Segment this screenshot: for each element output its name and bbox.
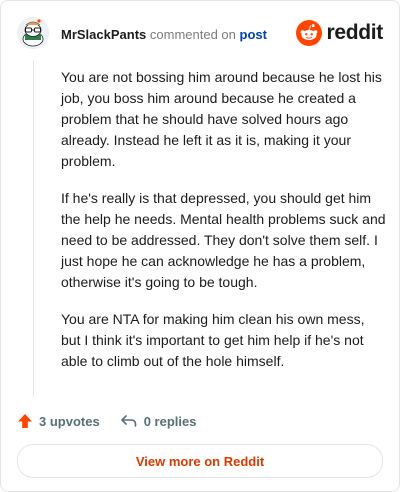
- author-username[interactable]: MrSlackPants: [61, 27, 146, 42]
- comment-action-text: commented on: [149, 27, 236, 42]
- comment-actions: 3 upvotes 0 replies: [17, 409, 196, 433]
- upvote-count: 3 upvotes: [39, 413, 100, 429]
- comment-paragraph: You are not bossing him around because h…: [61, 69, 382, 169]
- reddit-brand[interactable]: reddit: [296, 19, 383, 47]
- post-link[interactable]: post: [240, 27, 267, 42]
- comment-body: You are not bossing him around because h…: [61, 67, 387, 388]
- author-line: MrSlackPants commented on post: [61, 27, 267, 42]
- reddit-logo-icon: [296, 20, 323, 46]
- comment-header: MrSlackPants commented on post reddit: [17, 17, 383, 53]
- reddit-wordmark: reddit: [326, 21, 383, 44]
- snoo-avatar-icon: [17, 17, 49, 49]
- reply-count: 0 replies: [143, 413, 197, 429]
- comment-paragraph: If he's really is that depressed, you sh…: [61, 190, 386, 290]
- user-avatar[interactable]: [17, 17, 49, 49]
- upvote-arrow-icon: [18, 414, 32, 428]
- upvote-button[interactable]: 3 upvotes: [17, 413, 100, 429]
- comment-paragraph: You are NTA for making him clean his own…: [61, 311, 365, 369]
- reply-arrow-icon: [120, 415, 136, 427]
- view-more-button[interactable]: View more on Reddit: [17, 444, 383, 478]
- thread-line: [33, 61, 34, 397]
- replies-button[interactable]: 0 replies: [120, 413, 197, 429]
- embedded-comment-card: MrSlackPants commented on post reddit Yo…: [0, 0, 400, 492]
